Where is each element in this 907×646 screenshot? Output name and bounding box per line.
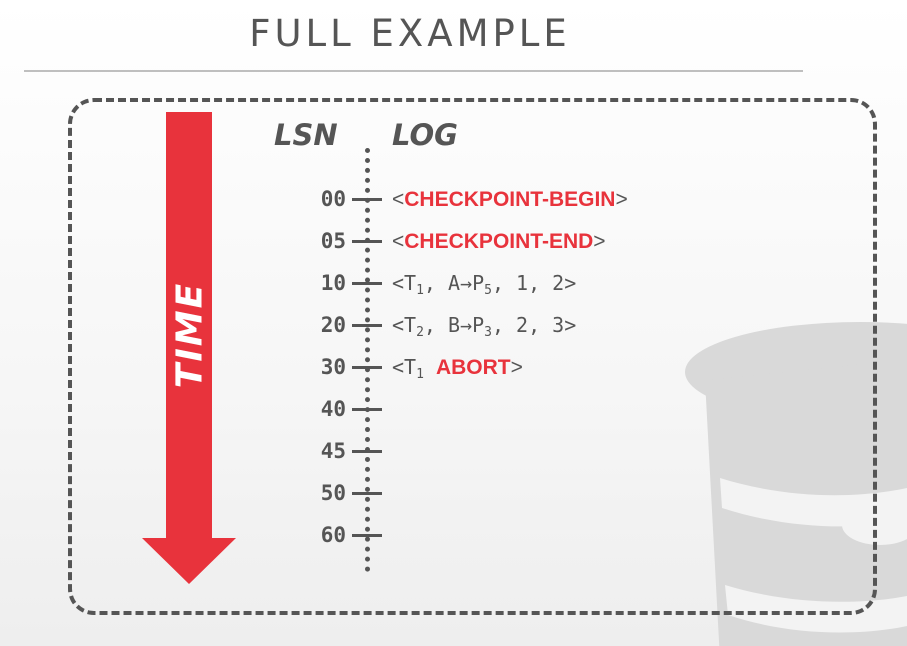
timeline-tick — [352, 534, 382, 537]
lsn-value: 10 — [320, 271, 346, 295]
title-divider — [24, 70, 803, 72]
timeline-tick — [352, 240, 382, 243]
log-row: 30 <T1 ABORT> — [0, 352, 907, 382]
log-keyword: CHECKPOINT-BEGIN — [404, 188, 616, 211]
log-entry: <T1, A→P5, 1, 2> — [392, 271, 577, 298]
lsn-value: 50 — [320, 481, 346, 505]
lsn-value: 40 — [320, 397, 346, 421]
log-row: 20 <T2, B→P3, 2, 3> — [0, 310, 907, 340]
log-keyword: CHECKPOINT-END — [404, 230, 594, 253]
timeline-tick — [352, 492, 382, 495]
log-entry: <T1 ABORT> — [392, 355, 523, 382]
lsn-header: LSN — [274, 118, 338, 152]
page-title: FULL EXAMPLE — [249, 12, 571, 55]
log-header: LOG — [392, 118, 458, 152]
log-entry: <CHECKPOINT-END> — [392, 230, 606, 253]
lsn-value: 45 — [320, 439, 346, 463]
timeline-tick — [352, 408, 382, 411]
log-row: 45 — [0, 436, 907, 466]
log-row: 60 — [0, 520, 907, 550]
log-entry: <CHECKPOINT-BEGIN> — [392, 188, 628, 211]
lsn-value: 20 — [320, 313, 346, 337]
timeline-tick — [352, 198, 382, 201]
lsn-value: 30 — [320, 355, 346, 379]
log-entry: <T2, B→P3, 2, 3> — [392, 313, 577, 340]
log-row: 50 — [0, 478, 907, 508]
timeline-tick — [352, 282, 382, 285]
timeline-tick — [352, 324, 382, 327]
log-row: 00 <CHECKPOINT-BEGIN> — [0, 184, 907, 214]
lsn-value: 05 — [320, 229, 346, 253]
log-row: 10 <T1, A→P5, 1, 2> — [0, 268, 907, 298]
log-keyword: ABORT — [435, 356, 511, 379]
timeline-tick — [352, 366, 382, 369]
lsn-value: 00 — [320, 187, 346, 211]
log-row: 05 <CHECKPOINT-END> — [0, 226, 907, 256]
lsn-value: 60 — [320, 523, 346, 547]
timeline-tick — [352, 450, 382, 453]
log-row: 40 — [0, 394, 907, 424]
